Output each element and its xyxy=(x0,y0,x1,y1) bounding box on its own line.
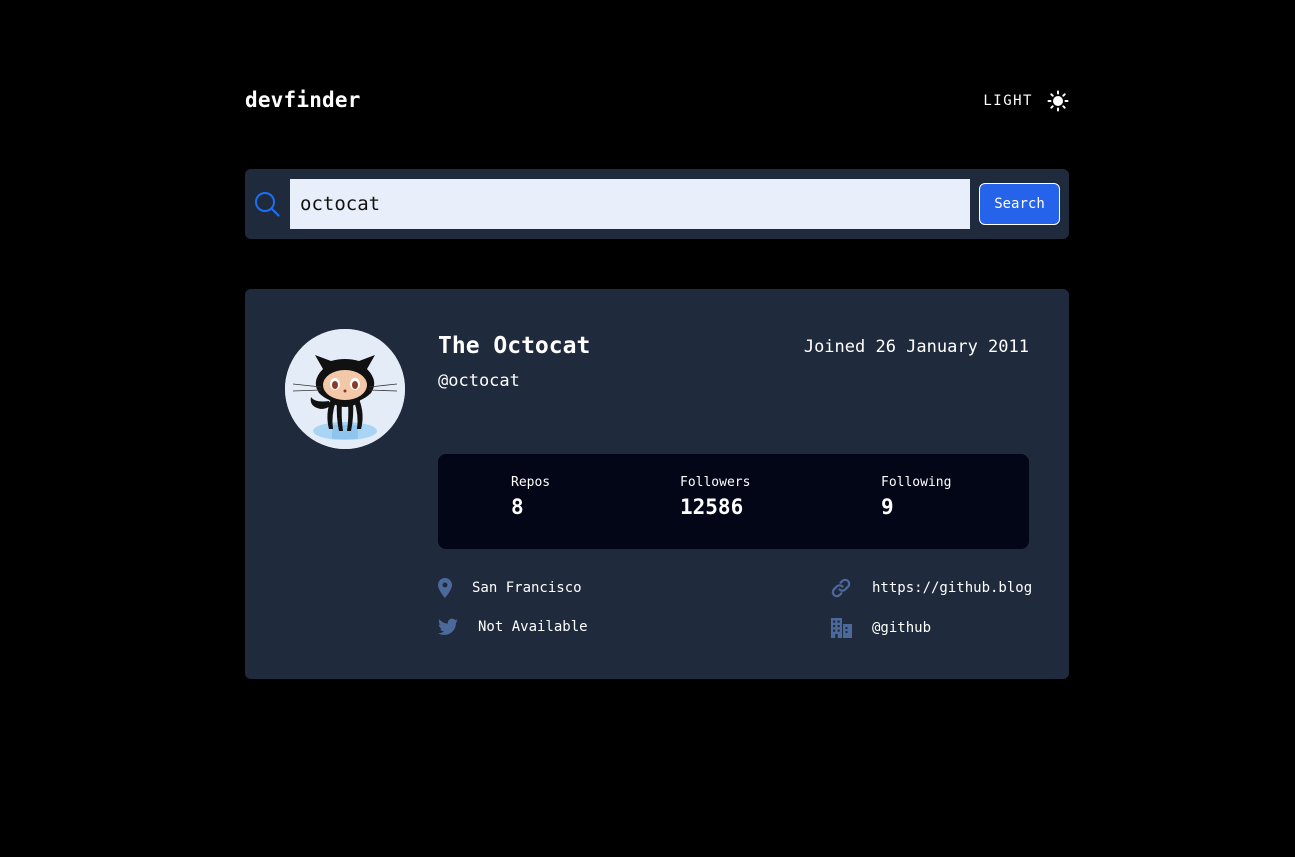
sun-icon[interactable] xyxy=(1047,90,1069,112)
link-icon xyxy=(831,578,851,598)
stat-label: Following xyxy=(881,475,952,490)
stats-panel: Repos 8 Followers 12586 Following 9 xyxy=(438,454,1029,549)
stat-repos: Repos 8 xyxy=(511,475,550,519)
stat-followers: Followers 12586 xyxy=(680,475,750,519)
twitter-icon xyxy=(438,618,458,635)
logo: devfinder xyxy=(245,88,361,112)
company-item: @github xyxy=(831,618,931,638)
stat-value: 9 xyxy=(881,495,894,519)
stat-value: 12586 xyxy=(680,495,744,519)
stat-following: Following 9 xyxy=(881,475,951,519)
twitter-text: Not Available xyxy=(478,619,588,635)
avatar xyxy=(285,329,405,449)
theme-label[interactable]: LIGHT xyxy=(983,93,1033,109)
stat-label: Followers xyxy=(680,475,751,490)
search-input[interactable] xyxy=(290,179,970,229)
twitter-item: Not Available xyxy=(438,618,588,636)
stat-label: Repos xyxy=(511,475,551,490)
octocat-avatar-icon xyxy=(285,329,405,449)
profile-card: The Octocat @octocat Joined 26 January 2… xyxy=(245,289,1069,679)
search-button[interactable]: Search xyxy=(979,183,1060,225)
search-bar: Search xyxy=(245,169,1069,239)
user-login[interactable]: @octocat xyxy=(438,371,520,391)
blog-link[interactable]: https://github.blog xyxy=(872,580,1032,596)
location-item: San Francisco xyxy=(438,578,582,598)
user-name: The Octocat xyxy=(438,333,591,359)
company-building-icon xyxy=(831,618,852,638)
header: devfinder LIGHT xyxy=(245,88,1069,116)
location-pin-icon xyxy=(438,578,452,598)
joined-date: Joined 26 January 2011 xyxy=(803,337,1029,357)
company-text: @github xyxy=(872,620,932,636)
location-text: San Francisco xyxy=(472,580,582,596)
theme-toggle[interactable]: LIGHT xyxy=(983,90,1069,112)
search-icon xyxy=(255,192,280,217)
blog-item[interactable]: https://github.blog xyxy=(831,578,1032,598)
profile-links: San Francisco Not Available https://gith… xyxy=(438,578,1032,648)
stat-value: 8 xyxy=(511,495,524,519)
